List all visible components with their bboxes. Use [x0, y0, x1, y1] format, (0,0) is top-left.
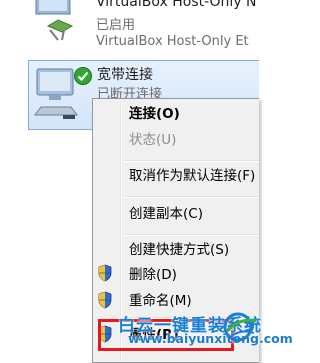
watermark-logo-icon	[223, 312, 257, 342]
menu-separator	[123, 160, 259, 162]
menu-item-delete[interactable]: 删除(D)	[129, 265, 177, 285]
menu-separator	[123, 234, 259, 236]
connected-check-icon	[74, 67, 92, 85]
menu-item-cancel-default[interactable]: 取消作为默认连接(F)	[129, 166, 255, 186]
connection-name: 宽带连接	[97, 67, 153, 83]
menu-item-create-shortcut[interactable]: 创建快捷方式(S)	[129, 240, 229, 260]
menu-item-connect[interactable]: 连接(O)	[129, 104, 180, 124]
menu-separator	[123, 196, 259, 198]
menu-item-rename[interactable]: 重命名(M)	[129, 291, 192, 311]
network-adapter-icon	[35, 0, 74, 41]
connection-item-virtualbox[interactable]: VirtualBox Host-Only N 已启用 VirtualBox Ho…	[0, 0, 259, 58]
watermark-url: www.baiyunxitong.com	[128, 331, 293, 346]
connection-name: VirtualBox Host-Only N	[96, 0, 257, 10]
menu-item-create-copy[interactable]: 创建副本(C)	[129, 204, 203, 224]
connection-adapter: VirtualBox Host-Only Et	[96, 34, 249, 49]
menu-item-status[interactable]: 状态(U)	[129, 130, 176, 150]
uac-shield-icon	[98, 291, 112, 309]
connection-status: 已启用	[96, 18, 136, 33]
uac-shield-icon	[98, 264, 112, 282]
